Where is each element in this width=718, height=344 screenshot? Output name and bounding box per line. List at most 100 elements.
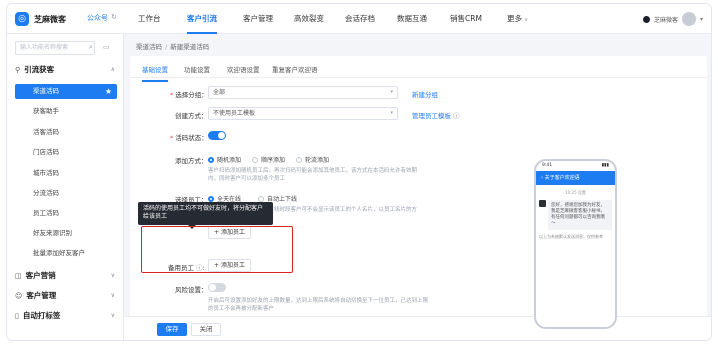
radio-label: 顺序添加 — [261, 157, 286, 164]
risk-toggle[interactable] — [208, 283, 226, 292]
phone-message: 您好，感谢您加我为好友，我是芝麻微客客服小秘书，有任何问题都可以咨询我哦～ — [539, 200, 612, 230]
chevron-down-icon: ∨ — [110, 272, 115, 279]
chevron-up-icon: ∧ — [110, 66, 115, 73]
backup-staff-label: 备用员工 ⓘ: — [168, 264, 205, 272]
status-label: * 活码状态： — [170, 132, 208, 142]
nav-sales-crm[interactable]: 销售CRM — [450, 4, 482, 34]
radio-random[interactable]: 随机添加 — [208, 155, 241, 164]
app-name: 芝麻微客 — [34, 14, 66, 24]
sidebar-group-tags[interactable]: ▯ 自动打标签 ∨ — [15, 310, 115, 321]
tab-feature-settings[interactable]: 功能设置 — [184, 64, 210, 74]
nav-fission[interactable]: 高效裂变 — [294, 4, 324, 34]
official-account-link[interactable]: 公众号 — [87, 13, 108, 23]
logo-icon: ◎ — [15, 12, 29, 26]
radio-dot — [208, 156, 214, 163]
risk-setting-label: 风险设置： — [175, 286, 208, 294]
backup-staff-text: 备用员工 — [168, 264, 194, 272]
create-method-value: 不使用员工模板 — [213, 110, 256, 117]
breadcrumb: 渠道活码 / 新建渠道活码 — [136, 41, 209, 51]
sidebar-group-customer[interactable]: ☺ 客户管理 ∨ — [15, 290, 115, 301]
required-mark: * — [170, 91, 174, 99]
history-icon[interactable]: ↻ — [111, 13, 117, 21]
sidebar-item-active-qrcode[interactable]: 活客活码 — [15, 125, 117, 140]
sidebar-item-friend-source[interactable]: 好友来源识别 — [15, 226, 117, 241]
sidebar-item-store-qrcode[interactable]: 门店活码 — [15, 145, 117, 160]
chevron-down-icon: ▾ — [390, 89, 393, 95]
nav-more[interactable]: 更多 ∨ — [507, 4, 528, 34]
create-method-select[interactable]: 不使用员工模板 ▾ — [208, 107, 398, 120]
tab-bar: 基础设置 功能设置 欢迎语设置 重复客户欢迎语 — [130, 56, 707, 82]
chevron-down-icon: ▾ — [390, 110, 393, 116]
help-icon[interactable]: ⓘ — [196, 264, 203, 272]
nav-customer-management[interactable]: 客户管理 — [243, 4, 273, 34]
tab-welcome-settings[interactable]: 欢迎语设置 — [227, 64, 260, 74]
chevron-down-icon: ∨ — [524, 17, 529, 23]
cancel-button[interactable]: 关闭 — [191, 323, 221, 336]
avatar — [681, 12, 696, 26]
add-staff-button[interactable]: + 添加员工 — [208, 226, 251, 239]
add-backup-staff-button[interactable]: + 添加员工 — [208, 259, 251, 272]
user-menu[interactable]: 芝麻微客 ▾ — [642, 12, 703, 26]
chevron-down-icon: ∨ — [110, 292, 115, 299]
sidebar-item-city-qrcode[interactable]: 城市活码 — [15, 166, 117, 181]
sidebar-item-batch-add[interactable]: 批量添加好友客户 — [15, 246, 117, 261]
signal-icon: ▮▮▮ — [601, 163, 609, 168]
radio-dot — [258, 195, 264, 202]
phone-message-bubble: 您好，感谢您加我为好友，我是芝麻微客客服小秘书，有任何问题都可以咨询我哦～ — [548, 200, 612, 230]
manage-template-link[interactable]: 管理员工模板 ⓘ — [412, 110, 460, 120]
nav-data-sync[interactable]: 数据互通 — [397, 4, 427, 34]
user-name: 芝麻微客 — [653, 16, 678, 24]
radio-dot — [252, 156, 258, 163]
sidebar-item-acquisition-assistant[interactable]: 获客助手 — [15, 104, 117, 119]
sidebar-group-marketing[interactable]: ◫ 客户营销 ∨ — [15, 270, 115, 281]
sidebar-item-split-qrcode[interactable]: 分流活码 — [15, 186, 117, 201]
radio-dot — [208, 195, 214, 202]
sidebar-group-acquisition[interactable]: ⚲ 引流获客 ∧ — [15, 64, 115, 75]
plus-icon: + — [214, 262, 221, 269]
add-method-hint: 客户扫码添加随机员工后，再次扫码可能会添加其他员工，该方式在本活码允许有效期内，… — [208, 168, 418, 182]
group-select[interactable]: 全部 ▾ — [208, 86, 398, 99]
sidebar-group-label: 客户营销 — [25, 271, 56, 280]
sidebar-item-staff-qrcode[interactable]: 员工活码 — [15, 206, 117, 221]
new-group-link[interactable]: 新建分组 — [412, 89, 438, 99]
sidebar-group-label: 引流获客 — [24, 65, 55, 74]
folder-icon[interactable]: ▭ — [103, 43, 110, 51]
sidebar-search-input[interactable]: 输入功能名称搜索 — [15, 41, 95, 55]
send-icon: ◫ — [15, 271, 22, 280]
phone-system-note: 以上为系统默认发送消息，仅供参考 — [539, 234, 603, 239]
breadcrumb-current: 新建渠道活码 — [170, 43, 210, 51]
backup-staff-tooltip: 活码的使用员工均不可做好友时，将分配客户给该员工 — [138, 202, 273, 229]
group-label-text: 选择分组： — [175, 91, 208, 99]
tab-repeat-welcome[interactable]: 重复客户欢迎语 — [272, 64, 318, 74]
add-staff-label: 添加员工 — [220, 229, 245, 236]
status-label-text: 活码状态： — [175, 134, 208, 142]
radio-rotate[interactable]: 轮流添加 — [296, 155, 329, 164]
logo[interactable]: ◎ 芝麻微客 — [15, 12, 66, 26]
phone-time: 9:41 — [542, 163, 553, 168]
sidebar-item-channel-qrcode[interactable]: 渠道活码 ★ — [15, 84, 117, 99]
nav-workbench[interactable]: 工作台 — [138, 4, 161, 34]
status-toggle[interactable] — [208, 131, 226, 140]
radio-sequential[interactable]: 顺序添加 — [252, 155, 285, 164]
required-mark: * — [170, 134, 174, 142]
sidebar-group-label: 客户管理 — [26, 291, 57, 300]
phone-chat-header: ‹ 关于客户欢迎语 — [536, 171, 615, 185]
save-button[interactable]: 保存 — [157, 323, 187, 336]
nav-customer-acquisition[interactable]: 客户引流 — [187, 4, 217, 34]
chevron-down-icon: ▾ — [699, 15, 703, 23]
phone-preview: 9:41 ▮▮▮ ‹ 关于客户欢迎语 10:25 设置 您好，感谢您加我为好友，我… — [534, 159, 617, 329]
help-icon[interactable]: ⓘ — [453, 112, 460, 120]
tab-basic-settings[interactable]: 基础设置 — [142, 64, 168, 82]
add-method-label: 添加方式： — [175, 157, 208, 165]
breadcrumb-root[interactable]: 渠道活码 — [136, 43, 162, 51]
nav-session-archive[interactable]: 会话存档 — [345, 4, 375, 34]
sidebar: 输入功能名称搜索 ⌕ ▭ ⚲ 引流获客 ∧ 渠道活码 ★ 获客助手 活客活码 门… — [7, 34, 124, 340]
group-label: * 选择分组： — [170, 89, 208, 99]
star-icon[interactable]: ★ — [105, 84, 112, 99]
plus-icon: + — [214, 229, 221, 236]
group-select-value: 全部 — [213, 89, 226, 96]
phone-status-bar: 9:41 ▮▮▮ — [536, 161, 615, 171]
risk-hint: 开启后可设置添加好友的上限数量，达到上限后系统将自动切换至下一位员工，已达到上限… — [208, 298, 429, 312]
create-method-label: 创建方式： — [175, 112, 208, 120]
search-icon[interactable]: ⌕ — [89, 43, 93, 52]
